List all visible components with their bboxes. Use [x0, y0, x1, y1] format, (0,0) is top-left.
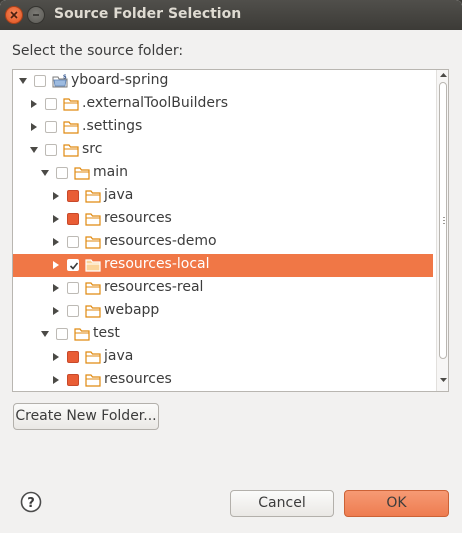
checkbox[interactable] [67, 213, 79, 225]
tree-row[interactable]: main [13, 162, 433, 185]
window-title: Source Folder Selection [54, 6, 242, 22]
expanded-arrow-icon[interactable] [40, 168, 50, 178]
collapsed-arrow-icon[interactable] [29, 99, 39, 109]
tree-row[interactable]: .settings [13, 116, 433, 139]
folder-icon [85, 236, 101, 249]
collapsed-arrow-icon[interactable] [51, 260, 61, 270]
folder-icon [85, 374, 101, 387]
tree-item-label: webapp [104, 302, 160, 318]
checkbox[interactable] [45, 121, 57, 133]
svg-text:?: ? [27, 496, 35, 511]
folder-icon [85, 282, 101, 295]
checkbox[interactable] [67, 351, 79, 363]
scroll-grip [443, 220, 445, 221]
collapsed-arrow-icon[interactable] [51, 306, 61, 316]
tree-row[interactable]: resources [13, 369, 433, 391]
folder-icon [63, 121, 79, 134]
scroll-grip [443, 223, 445, 224]
scroll-down-arrow-icon[interactable] [440, 377, 447, 383]
tree-item-label: resources-local [104, 256, 210, 272]
tree-row[interactable]: webapp [13, 300, 433, 323]
expanded-arrow-icon[interactable] [29, 145, 39, 155]
collapsed-arrow-icon[interactable] [51, 214, 61, 224]
checkbox[interactable] [67, 190, 79, 202]
collapsed-arrow-icon[interactable] [51, 283, 61, 293]
create-new-folder-button[interactable]: Create New Folder... [13, 403, 159, 430]
vertical-scrollbar[interactable] [436, 70, 448, 391]
checkbox[interactable] [34, 75, 46, 87]
expanded-arrow-icon[interactable] [40, 329, 50, 339]
checkbox[interactable] [67, 282, 79, 294]
tree-item-label: src [82, 141, 103, 157]
folder-icon [85, 259, 101, 272]
tree-item-label: java [104, 348, 134, 364]
collapsed-arrow-icon[interactable] [29, 122, 39, 132]
tree-item-label: .externalToolBuilders [82, 95, 229, 111]
expanded-arrow-icon[interactable] [18, 76, 28, 86]
checkbox[interactable] [56, 167, 68, 179]
tree-row[interactable]: resources [13, 208, 433, 231]
tree-row[interactable]: .externalToolBuilders [13, 93, 433, 116]
close-icon[interactable] [5, 6, 23, 24]
collapsed-arrow-icon[interactable] [51, 237, 61, 247]
folder-icon [63, 144, 79, 157]
title-bar[interactable]: Source Folder Selection [0, 0, 462, 30]
checkbox[interactable] [67, 259, 79, 271]
folder-icon [85, 351, 101, 364]
ok-button[interactable]: OK [344, 490, 449, 517]
checkbox[interactable] [56, 328, 68, 340]
tree-row[interactable]: resources-demo [13, 231, 433, 254]
folder-icon [85, 190, 101, 203]
folder-icon [74, 328, 90, 341]
checkmark-icon [69, 262, 79, 270]
tree-row[interactable]: java [13, 185, 433, 208]
source-folder-selection-dialog: Source Folder Selection Select the sourc… [0, 0, 462, 533]
tree-item-label: main [93, 164, 128, 180]
checkbox[interactable] [67, 236, 79, 248]
tree-row[interactable]: resources-local [13, 254, 433, 277]
tree-item-label: yboard-spring [71, 72, 169, 88]
tree-row[interactable]: java [13, 346, 433, 369]
checkbox[interactable] [67, 374, 79, 386]
tree-item-label: .settings [82, 118, 143, 134]
folder-icon [85, 305, 101, 318]
collapsed-arrow-icon[interactable] [51, 375, 61, 385]
tree-item-label: test [93, 325, 120, 341]
folder-tree[interactable]: Syboard-spring .externalToolBuilders .sett… [12, 69, 449, 392]
help-icon[interactable]: ? [20, 491, 42, 513]
scroll-grip [443, 217, 445, 218]
scroll-up-arrow-icon[interactable] [440, 72, 447, 78]
collapsed-arrow-icon[interactable] [51, 352, 61, 362]
scroll-thumb[interactable] [439, 82, 447, 359]
tree-row[interactable]: src [13, 139, 433, 162]
tree-item-label: java [104, 187, 134, 203]
cancel-button[interactable]: Cancel [230, 490, 334, 517]
tree-item-label: resources-demo [104, 233, 217, 249]
project-icon: S [52, 75, 68, 88]
collapsed-arrow-icon[interactable] [51, 191, 61, 201]
prompt-label: Select the source folder: [12, 43, 184, 59]
tree-item-label: resources [104, 371, 172, 387]
checkbox[interactable] [45, 98, 57, 110]
folder-icon [85, 213, 101, 226]
tree-item-label: resources-real [104, 279, 204, 295]
checkbox[interactable] [67, 305, 79, 317]
tree-row[interactable]: Syboard-spring [13, 70, 433, 93]
minimize-icon[interactable] [27, 6, 45, 24]
checkbox[interactable] [45, 144, 57, 156]
tree-item-label: resources [104, 210, 172, 226]
tree-row[interactable]: resources-real [13, 277, 433, 300]
folder-icon [74, 167, 90, 180]
tree-row[interactable]: test [13, 323, 433, 346]
folder-icon [63, 98, 79, 111]
svg-text:S: S [63, 75, 67, 81]
